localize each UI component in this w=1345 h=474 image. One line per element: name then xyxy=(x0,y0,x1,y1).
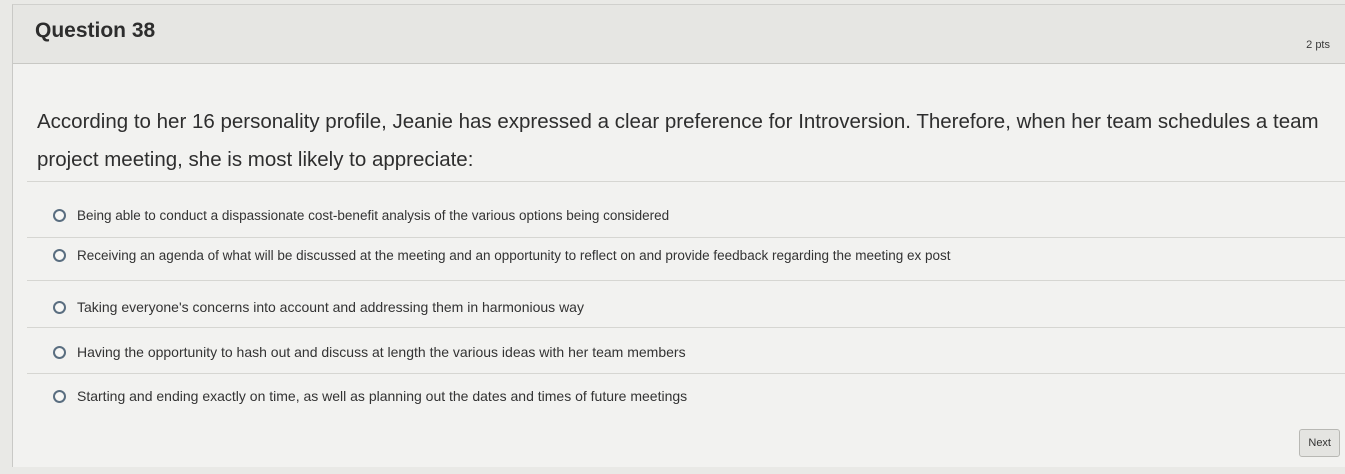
answer-option-5[interactable]: Starting and ending exactly on time, as … xyxy=(53,388,687,404)
question-card: Question 38 2 pts According to her 16 pe… xyxy=(12,4,1345,467)
radio-button[interactable] xyxy=(53,209,66,222)
answer-label: Receiving an agenda of what will be disc… xyxy=(77,248,951,263)
radio-button[interactable] xyxy=(53,300,66,314)
divider xyxy=(27,327,1345,328)
radio-button[interactable] xyxy=(53,345,66,359)
question-title: Question 38 xyxy=(35,19,156,42)
divider xyxy=(27,181,1345,182)
radio-button[interactable] xyxy=(53,249,66,262)
answer-label: Taking everyone's concerns into account … xyxy=(77,299,584,315)
answer-label: Having the opportunity to hash out and d… xyxy=(77,344,686,360)
answer-option-1[interactable]: Being able to conduct a dispassionate co… xyxy=(53,208,669,223)
answer-option-2[interactable]: Receiving an agenda of what will be disc… xyxy=(53,248,951,263)
divider xyxy=(27,373,1345,374)
radio-button[interactable] xyxy=(53,389,66,403)
divider xyxy=(27,280,1345,281)
divider xyxy=(27,237,1345,238)
answer-label: Being able to conduct a dispassionate co… xyxy=(77,208,670,223)
question-text: According to her 16 personality profile,… xyxy=(37,110,1319,171)
answer-option-3[interactable]: Taking everyone's concerns into account … xyxy=(53,299,584,315)
answer-option-4[interactable]: Having the opportunity to hash out and d… xyxy=(53,344,686,360)
question-points: 2 pts xyxy=(1306,39,1330,51)
next-button[interactable]: Next xyxy=(1299,429,1340,457)
answer-label: Starting and ending exactly on time, as … xyxy=(77,388,688,404)
question-header: Question 38 2 pts xyxy=(13,5,1345,64)
